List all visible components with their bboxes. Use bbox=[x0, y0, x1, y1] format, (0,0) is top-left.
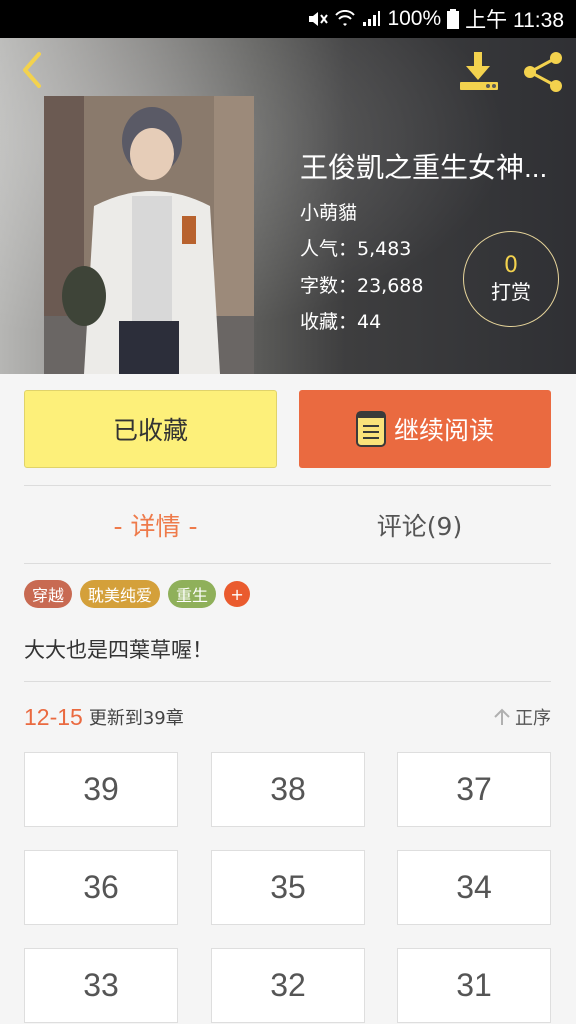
download-button[interactable] bbox=[456, 48, 502, 94]
chapter-item[interactable]: 34 bbox=[397, 850, 551, 925]
share-button[interactable] bbox=[520, 50, 566, 94]
book-author[interactable]: 小萌貓 bbox=[300, 198, 357, 225]
sort-order-button[interactable]: 正序 bbox=[493, 700, 551, 734]
battery-percent: 100% bbox=[387, 7, 442, 30]
battery-icon bbox=[447, 9, 460, 29]
chapter-update-row: 12-15 更新到39章 正序 bbox=[24, 700, 551, 734]
divider bbox=[24, 563, 551, 564]
chevron-left-icon bbox=[23, 52, 41, 88]
add-tag-button[interactable]: + bbox=[224, 581, 251, 607]
favorites-stat: 收藏：44 bbox=[300, 311, 382, 333]
clock: 上午 11:38 bbox=[465, 9, 564, 32]
tab-bar: - 详情 - 评论(9) bbox=[0, 486, 576, 564]
book-icon bbox=[355, 411, 386, 447]
chapter-item[interactable]: 31 bbox=[397, 948, 551, 1023]
status-bar: 100% 上午 11:38 bbox=[0, 0, 576, 38]
sort-order-label: 正序 bbox=[515, 708, 551, 729]
tag-item[interactable]: 耽美纯爱 bbox=[80, 580, 161, 608]
wifi-icon bbox=[335, 10, 356, 28]
arrow-up-icon bbox=[494, 708, 510, 725]
chapter-item[interactable]: 33 bbox=[24, 948, 178, 1023]
chapter-item[interactable]: 35 bbox=[211, 850, 365, 925]
action-bar: 已收藏 继续阅读 bbox=[0, 374, 576, 484]
book-header: 王俊凱之重生女神... 小萌貓 人气：5,483 字数：23,688 收藏：44… bbox=[0, 38, 576, 374]
popularity-stat: 人气：5,483 bbox=[300, 238, 412, 260]
update-date: 12-15 bbox=[24, 703, 83, 730]
tab-details[interactable]: - 详情 - bbox=[24, 486, 287, 564]
signal-icon bbox=[361, 10, 381, 28]
favorite-button[interactable]: 已收藏 bbox=[24, 390, 277, 468]
chapter-item[interactable]: 32 bbox=[211, 948, 365, 1023]
continue-reading-label: 继续阅读 bbox=[393, 416, 494, 445]
mute-icon bbox=[307, 9, 329, 29]
chapter-item[interactable]: 37 bbox=[397, 752, 551, 827]
book-cover bbox=[44, 96, 254, 374]
download-icon bbox=[460, 52, 498, 90]
tag-list: 穿越 耽美纯爱 重生 + bbox=[24, 580, 251, 608]
book-description: 大大也是四葉草喔！ bbox=[24, 638, 213, 662]
chapter-item[interactable]: 39 bbox=[24, 752, 178, 827]
divider bbox=[24, 681, 551, 682]
tag-item[interactable]: 穿越 bbox=[24, 580, 73, 608]
continue-reading-button[interactable]: 继续阅读 bbox=[299, 390, 551, 468]
word-count-stat: 字数：23,688 bbox=[300, 275, 424, 297]
tip-label: 打赏 bbox=[491, 280, 531, 305]
update-info: 更新到39章 bbox=[88, 708, 184, 729]
chapter-item[interactable]: 38 bbox=[211, 752, 365, 827]
tip-count: 0 bbox=[504, 252, 518, 278]
back-button[interactable] bbox=[12, 48, 52, 92]
book-title: 王俊凱之重生女神... bbox=[300, 152, 548, 183]
favorite-button-label: 已收藏 bbox=[112, 416, 188, 445]
tip-button[interactable]: 0 打赏 bbox=[463, 231, 559, 327]
tab-comments[interactable]: 评论(9) bbox=[288, 486, 551, 564]
tag-item[interactable]: 重生 bbox=[168, 580, 217, 608]
chapter-item[interactable]: 36 bbox=[24, 850, 178, 925]
share-icon bbox=[524, 52, 562, 92]
